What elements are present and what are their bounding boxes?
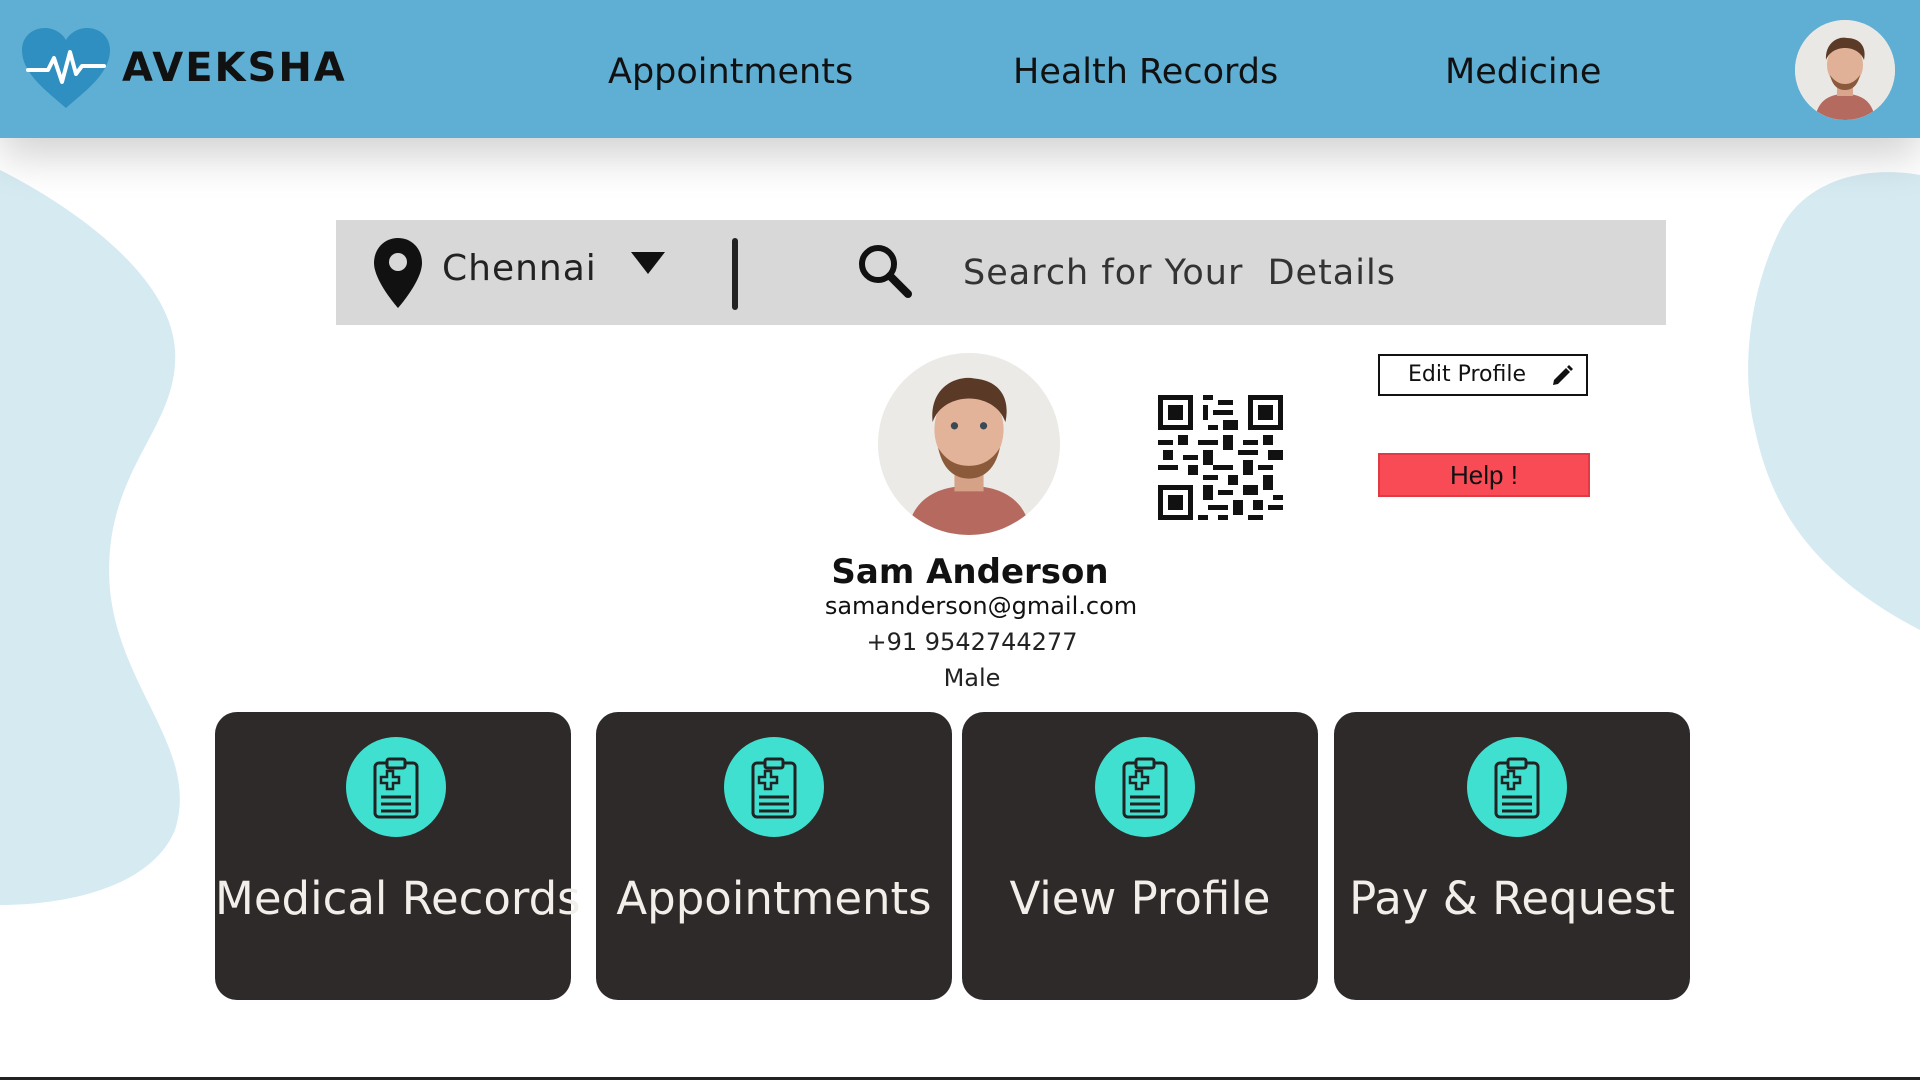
magnifier-icon[interactable] [856,242,912,298]
clipboard-icon [724,737,824,837]
help-button[interactable]: Help ! [1378,453,1590,497]
card-medical-records-label: Medical Records [215,872,581,925]
clipboard-icon [1095,737,1195,837]
qr-code-icon [1158,395,1283,520]
edit-profile-button[interactable]: Edit Profile [1378,354,1588,396]
nav-health-records[interactable]: Health Records [1013,52,1278,92]
search-bar: Chennai [336,220,1666,325]
map-pin-icon [374,238,422,308]
right-background-blob [1748,172,1920,630]
brand-name: AVEKSHA [122,45,347,91]
card-view-profile[interactable]: View Profile [962,712,1318,1000]
pencil-icon [1553,365,1573,385]
location-selector[interactable]: Chennai [442,248,597,289]
user-email: samanderson@gmail.com [824,592,1138,620]
avatar-image [1795,20,1895,120]
nav-appointments[interactable]: Appointments [608,52,853,92]
search-divider [732,238,738,310]
clipboard-icon [346,737,446,837]
card-medical-records[interactable]: Medical Records [215,712,581,1000]
card-pay-request-label: Pay & Request [1349,872,1675,925]
profile-image [878,353,1060,535]
edit-profile-label: Edit Profile [1408,362,1527,387]
triangle-down-icon[interactable] [631,252,665,274]
user-gender: Male [943,664,1001,692]
user-phone: +91 9542744277 [866,628,1078,656]
heart-pulse-icon [22,28,110,108]
card-pay-request[interactable]: Pay & Request [1334,712,1690,1000]
search-input[interactable] [961,242,1625,304]
nav-medicine[interactable]: Medicine [1445,52,1601,92]
card-appointments[interactable]: Appointments [596,712,952,1000]
card-view-profile-label: View Profile [1009,872,1271,925]
brand-logo[interactable]: AVEKSHA [18,26,347,110]
profile-photo [878,353,1060,535]
card-appointments-label: Appointments [616,872,932,925]
user-name: Sam Anderson [831,552,1109,592]
clipboard-icon [1467,737,1567,837]
user-avatar[interactable] [1795,20,1895,120]
top-navigation-bar: AVEKSHA Appointments Health Records Medi… [0,0,1920,138]
left-background-blob [0,170,180,905]
